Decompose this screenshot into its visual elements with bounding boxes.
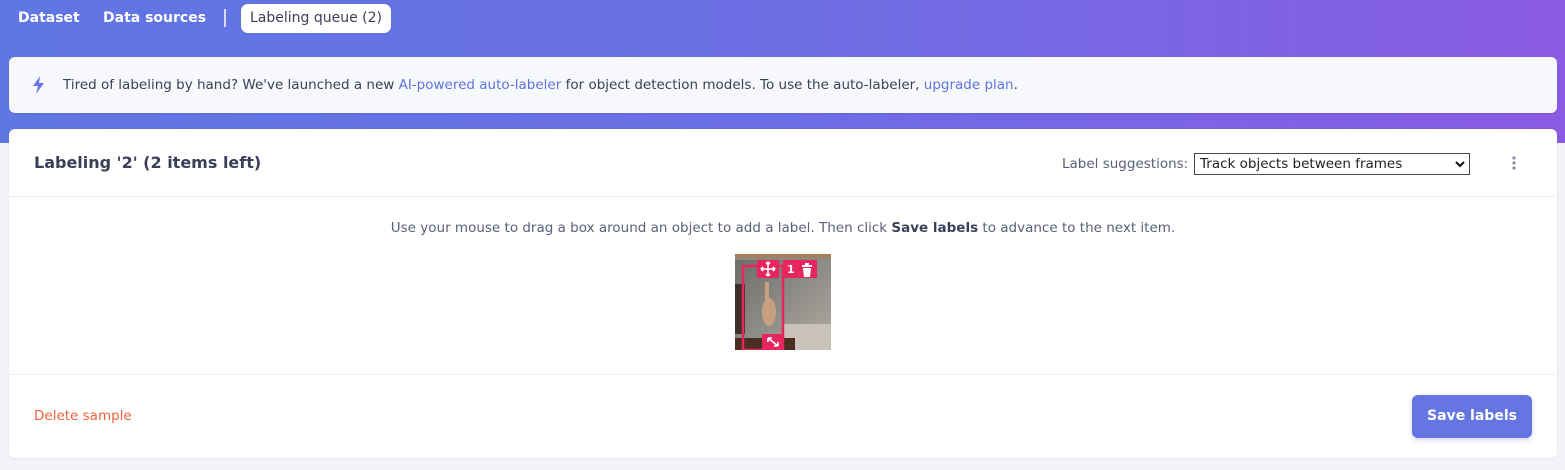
auto-labeler-banner: Tired of labeling by hand? We've launche… (9, 57, 1557, 113)
divider (9, 374, 1557, 375)
instructions-text-2: to advance to the next item. (978, 220, 1176, 236)
nav-tabs: Dataset Data sources Labeling queue (2) (0, 4, 700, 34)
banner-message: Tired of labeling by hand? We've launche… (63, 76, 1018, 94)
divider (9, 196, 1557, 197)
instructions-bold: Save labels (891, 220, 979, 236)
labeling-panel: Labeling '2' (2 items left) Label sugges… (9, 129, 1557, 458)
label-suggestions-label: Label suggestions: (1062, 156, 1189, 172)
delete-sample-link[interactable]: Delete sample (34, 408, 132, 424)
lightning-icon (33, 76, 44, 94)
label-suggestions-select[interactable]: Track objects between frames (1194, 153, 1470, 175)
upgrade-plan-link[interactable]: upgrade plan (924, 77, 1014, 93)
auto-labeler-link[interactable]: AI-powered auto-labeler (399, 77, 562, 93)
banner-text-2: for object detection models. To use the … (561, 77, 924, 93)
tab-divider (224, 9, 226, 27)
page-title: Labeling '2' (2 items left) (34, 153, 262, 172)
resize-handle-icon[interactable] (762, 334, 784, 350)
move-handle-icon[interactable] (757, 260, 779, 278)
labeling-instructions: Use your mouse to drag a box around an o… (9, 220, 1557, 236)
banner-text-1: Tired of labeling by hand? We've launche… (63, 77, 399, 93)
save-labels-button[interactable]: Save labels (1412, 395, 1532, 438)
tab-data-sources[interactable]: Data sources (103, 4, 206, 33)
tab-dataset[interactable]: Dataset (18, 4, 80, 33)
trash-icon[interactable] (801, 263, 813, 277)
label-suggestions-value: Track objects between frames (1200, 156, 1403, 172)
labeling-canvas[interactable]: 1 (735, 254, 831, 350)
box-label: 1 (787, 263, 795, 276)
chevron-down-icon (1455, 161, 1465, 168)
more-options-icon[interactable] (1511, 155, 1517, 171)
banner-text-3: . (1013, 77, 1018, 93)
instructions-text-1: Use your mouse to drag a box around an o… (390, 220, 892, 236)
tab-labeling-queue[interactable]: Labeling queue (2) (241, 4, 392, 33)
